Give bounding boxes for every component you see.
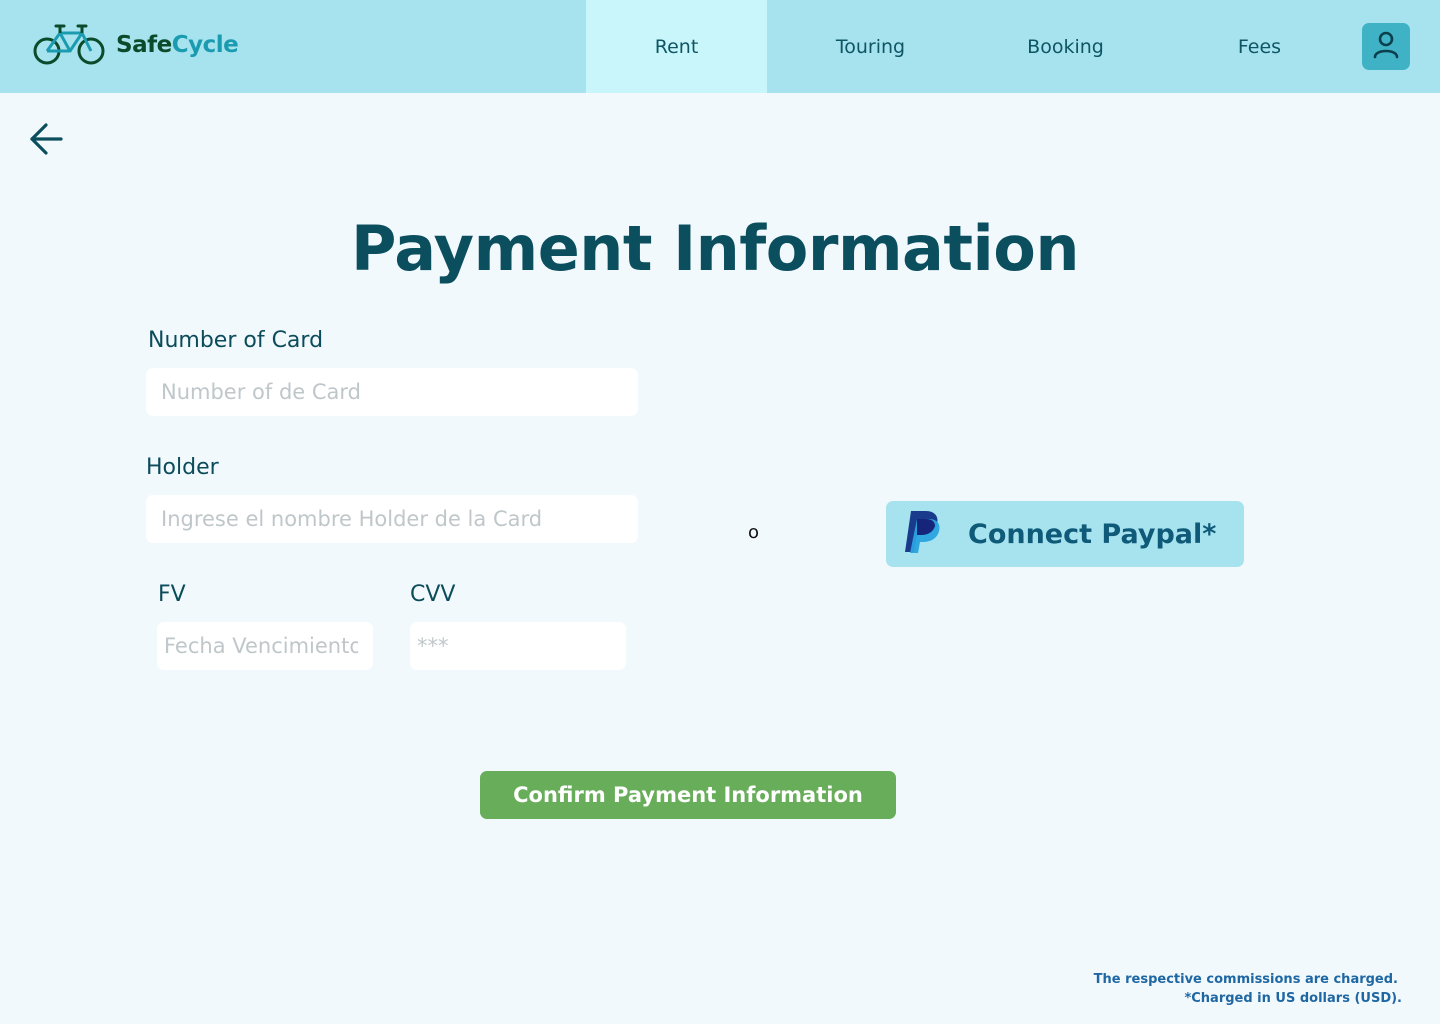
currency-note: *Charged in US dollars (USD). xyxy=(1184,991,1402,1006)
or-separator: o xyxy=(748,522,760,543)
nav-tab-rent[interactable]: Rent xyxy=(586,0,767,93)
nav-tab-touring[interactable]: Touring xyxy=(780,0,961,93)
nav-tab-fees[interactable]: Fees xyxy=(1169,0,1350,93)
bicycle-icon xyxy=(32,22,106,68)
connect-paypal-button[interactable]: Connect Paypal* xyxy=(886,501,1244,567)
paypal-icon xyxy=(902,509,942,559)
connect-paypal-label: Connect Paypal* xyxy=(968,518,1217,550)
arrow-left-icon xyxy=(26,123,66,164)
cvv-label: CVV xyxy=(410,582,456,607)
holder-label: Holder xyxy=(146,455,219,480)
card-number-input[interactable] xyxy=(146,368,638,416)
commissions-note: The respective commissions are charged. xyxy=(1093,972,1398,987)
back-button[interactable] xyxy=(26,118,66,160)
confirm-payment-button[interactable]: Confirm Payment Information xyxy=(480,771,896,819)
brand-name: SafeCycle xyxy=(116,31,239,58)
card-number-label: Number of Card xyxy=(148,328,324,353)
cvv-input[interactable] xyxy=(410,622,626,670)
profile-button[interactable] xyxy=(1362,23,1410,70)
holder-input[interactable] xyxy=(146,495,638,543)
brand-name-part1: Safe xyxy=(116,31,172,58)
nav-tab-booking[interactable]: Booking xyxy=(975,0,1156,93)
expiry-label: FV xyxy=(158,582,186,607)
brand-name-part2: Cycle xyxy=(171,31,239,58)
user-icon xyxy=(1371,30,1401,64)
brand-logo[interactable]: SafeCycle xyxy=(32,22,239,68)
top-navbar: SafeCycle Rent Touring Booking Fees xyxy=(0,0,1440,93)
expiry-input[interactable] xyxy=(157,622,373,670)
page-title: Payment Information xyxy=(350,212,1080,285)
